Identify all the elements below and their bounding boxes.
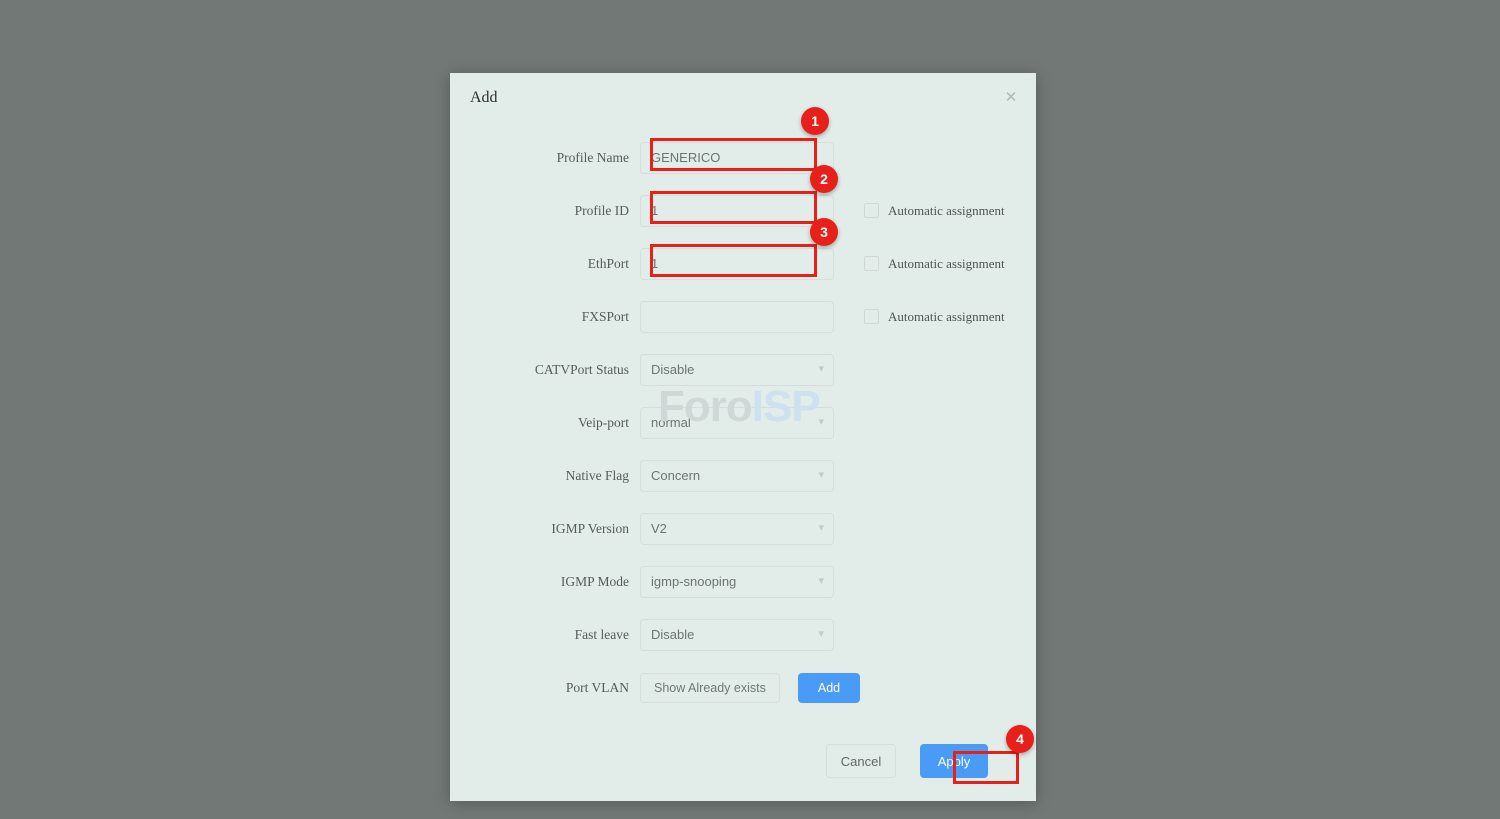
form-row-igmp-mode: IGMP Mode igmp-snooping ▾ [450, 555, 1036, 608]
label-profile-name: Profile Name [556, 149, 629, 165]
catvport-status-select[interactable]: Disable ▾ [640, 353, 834, 386]
form-row-fxsport: FXSPort Automatic assignment [450, 290, 1036, 343]
chevron-down-icon: ▾ [818, 415, 824, 428]
veip-port-value: normal [651, 415, 691, 430]
close-icon[interactable]: ✕ [1002, 89, 1020, 107]
ethport-auto-assign[interactable]: Automatic assignment [864, 256, 1005, 272]
profile-name-value: GENERICO [651, 150, 721, 165]
ethport-auto-assign-label: Automatic assignment [888, 255, 1005, 271]
app-root: HSGQ Status TOPO ONT Table Profile Servi… [0, 0, 1500, 819]
form-row-profile-name: Profile Name GENERICO [450, 131, 1036, 184]
native-flag-value: Concern [651, 468, 701, 483]
chevron-down-icon: ▾ [818, 627, 824, 640]
label-ethport: EthPort [587, 255, 629, 271]
show-already-exists-button[interactable]: Show Already exists [640, 672, 780, 703]
fxsport-auto-assign[interactable]: Automatic assignment [864, 309, 1005, 325]
form-row-veip-port: Veip-port normal ▾ [450, 396, 1036, 449]
checkbox-icon[interactable] [864, 256, 879, 271]
chevron-down-icon: ▾ [818, 362, 824, 375]
form-row-native-flag: Native Flag Concern ▾ [450, 449, 1036, 502]
label-igmp-version: IGMP Version [551, 520, 629, 536]
profile-id-value: 1 [651, 203, 659, 218]
annotation-badge-2: 2 [810, 165, 838, 193]
profile-id-input[interactable]: 1 [640, 194, 834, 227]
form-row-catvport-status: CATVPort Status Disable ▾ [450, 343, 1036, 396]
form-row-port-vlan: Port VLAN Show Already exists Add [450, 661, 1036, 714]
fast-leave-select[interactable]: Disable ▾ [640, 618, 834, 651]
checkbox-icon[interactable] [864, 203, 879, 218]
igmp-mode-select[interactable]: igmp-snooping ▾ [640, 565, 834, 598]
igmp-version-select[interactable]: V2 ▾ [640, 512, 834, 545]
dialog-title: Add [470, 89, 498, 106]
veip-port-select[interactable]: normal ▾ [640, 406, 834, 439]
annotation-badge-4: 4 [1006, 725, 1034, 753]
native-flag-select[interactable]: Concern ▾ [640, 459, 834, 492]
label-fast-leave: Fast leave [574, 626, 629, 642]
label-native-flag: Native Flag [565, 467, 629, 483]
form-row-ethport: EthPort 1 Automatic assignment [450, 237, 1036, 290]
igmp-version-value: V2 [651, 521, 667, 536]
ethport-input[interactable]: 1 [640, 247, 834, 280]
label-catvport-status: CATVPort Status [534, 361, 629, 377]
chevron-down-icon: ▾ [818, 468, 824, 481]
checkbox-icon[interactable] [864, 309, 879, 324]
dialog-body: Profile Name GENERICO Profile ID 1 Autom… [450, 123, 1036, 714]
cancel-button[interactable]: Cancel [826, 744, 896, 778]
label-igmp-mode: IGMP Mode [560, 573, 629, 589]
fxsport-input[interactable] [640, 300, 834, 333]
fast-leave-value: Disable [651, 627, 695, 642]
label-port-vlan: Port VLAN [565, 679, 629, 695]
form-row-profile-id: Profile ID 1 Automatic assignment [450, 184, 1036, 237]
add-profile-dialog: Add ✕ Profile Name GENERICO Profile ID 1… [450, 73, 1036, 801]
fxsport-auto-assign-label: Automatic assignment [888, 308, 1005, 324]
ethport-value: 1 [651, 256, 659, 271]
chevron-down-icon: ▾ [818, 521, 824, 534]
profile-id-auto-assign[interactable]: Automatic assignment [864, 203, 1005, 219]
catvport-status-value: Disable [651, 362, 695, 377]
profile-id-auto-assign-label: Automatic assignment [888, 202, 1005, 218]
form-row-fast-leave: Fast leave Disable ▾ [450, 608, 1036, 661]
label-veip-port: Veip-port [578, 414, 629, 430]
form-row-igmp-version: IGMP Version V2 ▾ [450, 502, 1036, 555]
igmp-mode-value: igmp-snooping [651, 574, 737, 589]
chevron-down-icon: ▾ [818, 574, 824, 587]
dialog-footer: Cancel Apply [450, 721, 1036, 801]
label-profile-id: Profile ID [574, 202, 629, 218]
profile-name-input[interactable]: GENERICO [640, 141, 834, 174]
apply-button[interactable]: Apply [920, 744, 988, 778]
annotation-badge-3: 3 [810, 218, 838, 246]
dialog-header: Add ✕ [450, 73, 1036, 123]
port-vlan-add-button[interactable]: Add [797, 672, 861, 703]
annotation-badge-1: 1 [801, 107, 829, 135]
label-fxsport: FXSPort [581, 308, 629, 324]
